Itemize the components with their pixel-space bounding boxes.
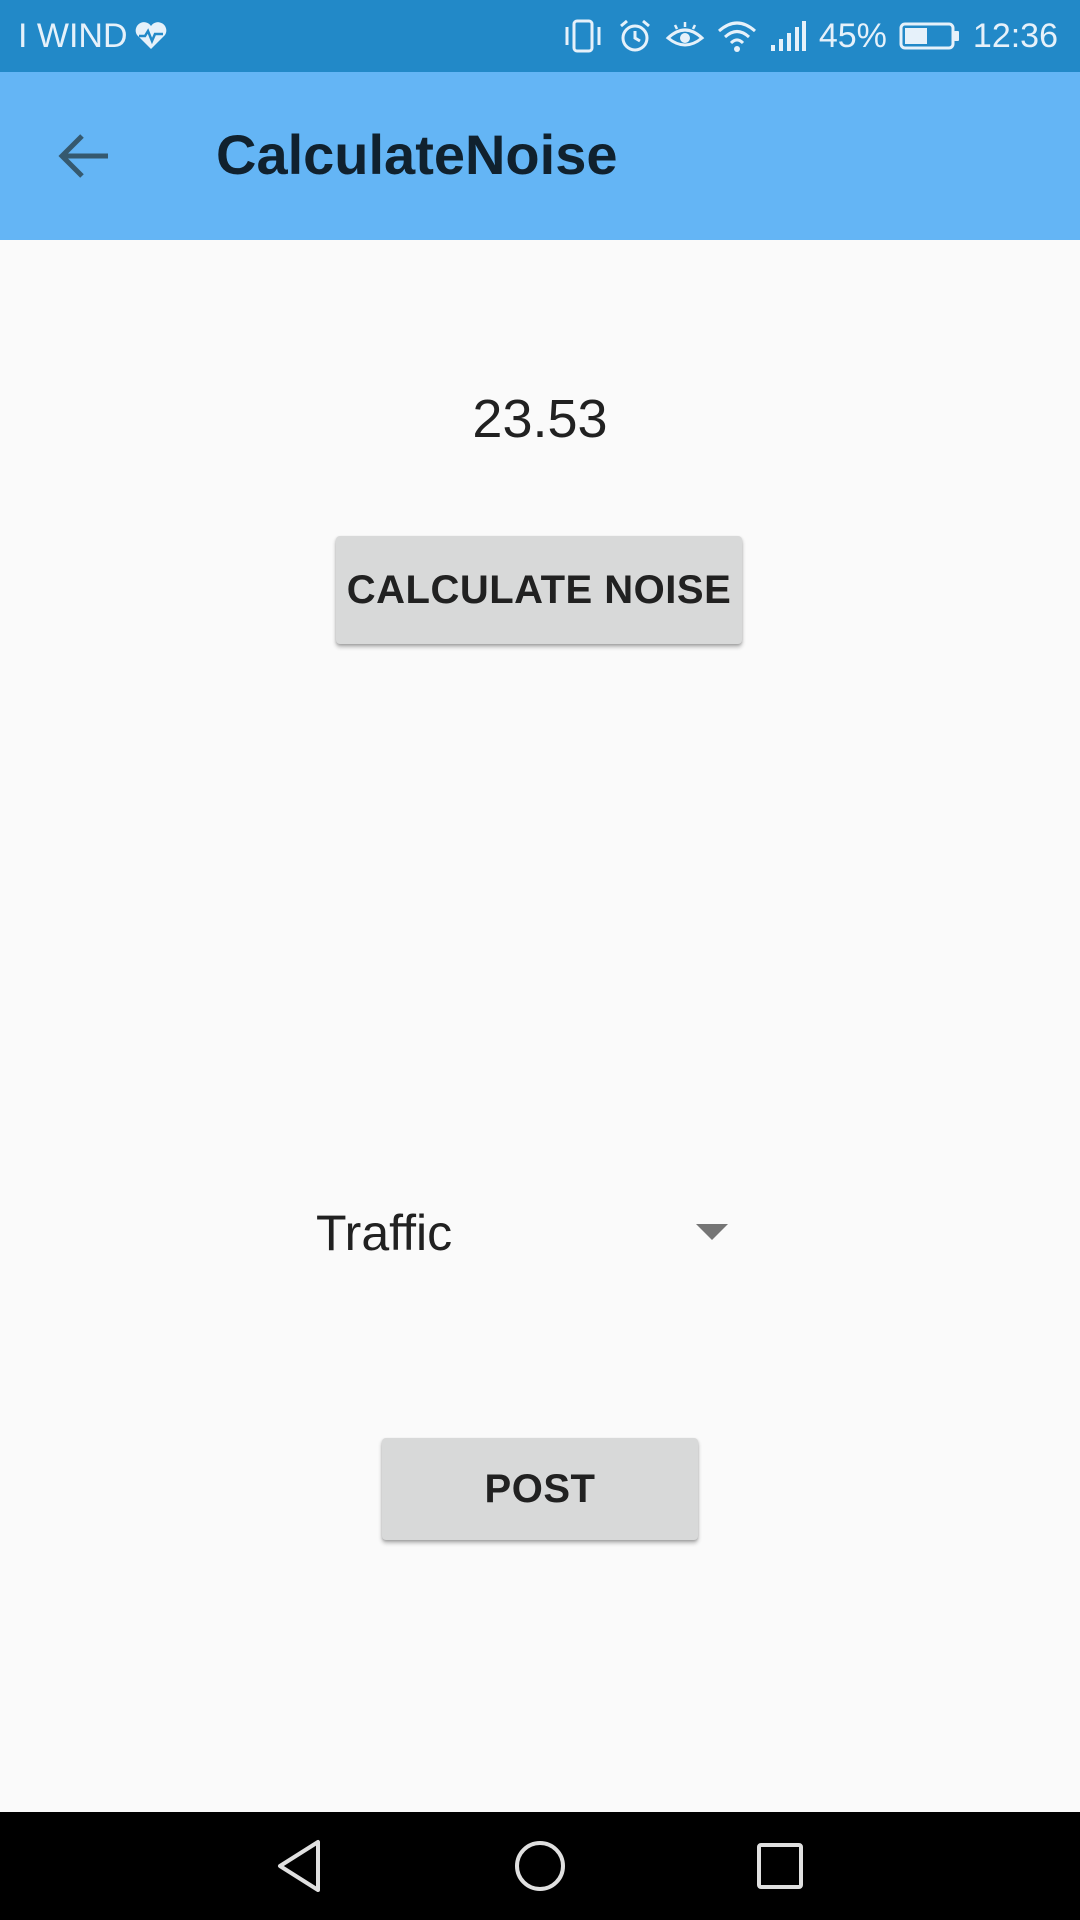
post-button[interactable]: POST: [382, 1438, 698, 1540]
spinner-selected-value: Traffic: [316, 1205, 453, 1261]
home-circle-icon: [515, 1841, 565, 1891]
status-time: 12:36: [972, 16, 1058, 55]
alarm-icon: [617, 18, 653, 54]
recents-square-icon: [757, 1843, 803, 1889]
eye-icon: [665, 20, 705, 52]
status-right: 45% 12:36: [561, 0, 1058, 72]
nav-back-button[interactable]: [264, 1830, 336, 1902]
status-left: I WIND: [18, 0, 168, 72]
carrier-name: I WIND: [18, 16, 128, 55]
battery-percent: 45%: [818, 16, 887, 55]
calculate-noise-button[interactable]: CALCULATE NOISE: [336, 536, 742, 644]
wifi-icon: [717, 19, 757, 53]
nav-home-button[interactable]: [504, 1830, 576, 1902]
app-bar: CalculateNoise: [0, 72, 1080, 240]
page-title: CalculateNoise: [216, 123, 618, 186]
vibrate-icon: [561, 18, 605, 54]
arrow-back-icon: [58, 134, 108, 178]
battery-icon: [899, 21, 961, 51]
nav-recents-button[interactable]: [744, 1830, 816, 1902]
back-button[interactable]: [44, 116, 124, 196]
navigation-bar: [0, 1812, 1080, 1920]
noise-value-display: 23.53: [472, 389, 608, 449]
category-spinner[interactable]: Traffic: [310, 1190, 740, 1276]
signal-icon: [769, 19, 807, 53]
dropdown-arrow-icon: [696, 1224, 728, 1247]
back-triangle-icon: [278, 1840, 320, 1892]
heart-pulse-icon: [134, 21, 168, 51]
status-bar: I WIND 45% 12:36: [0, 0, 1080, 72]
